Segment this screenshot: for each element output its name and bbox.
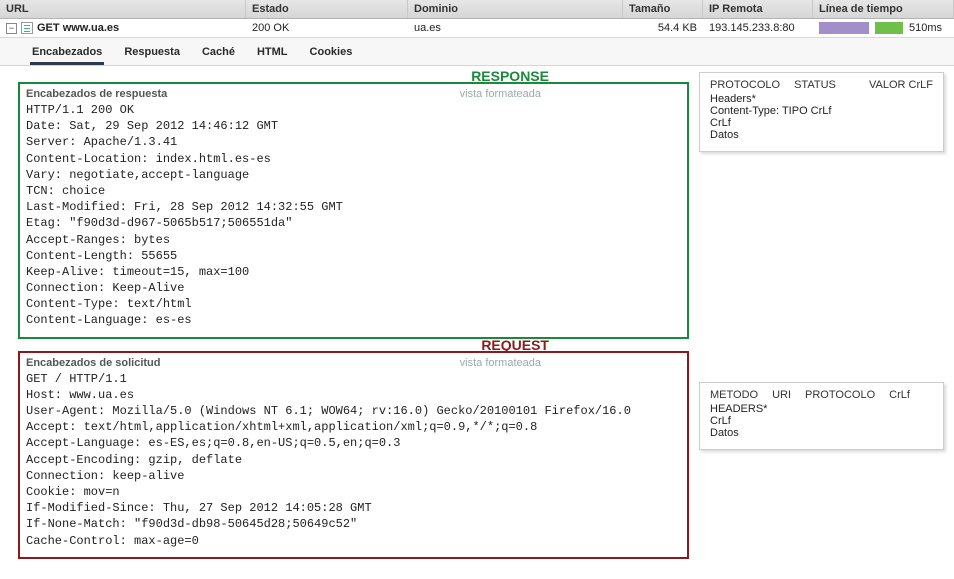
- schema-crlf: CrLf: [710, 117, 933, 129]
- request-row[interactable]: − GET www.ua.es 200 OK ua.es 54.4 KB 193…: [0, 19, 954, 38]
- schema-datos2: Datos: [710, 427, 933, 439]
- col-url[interactable]: URL: [0, 0, 246, 18]
- schema-headers2: HEADERS*: [710, 403, 933, 415]
- view-formatted-link-req[interactable]: vista formateada: [460, 357, 541, 369]
- tab-cookies[interactable]: Cookies: [308, 42, 355, 65]
- row-ip: 193.145.233.8:80: [703, 19, 813, 37]
- schema-datos: Datos: [710, 129, 933, 141]
- row-size: 54.4 KB: [623, 19, 703, 37]
- row-status: 200 OK: [246, 19, 408, 37]
- request-panel: Encabezados de solicitud vista formatead…: [18, 351, 689, 559]
- response-headers-text: HTTP/1.1 200 OK Date: Sat, 29 Sep 2012 1…: [26, 102, 681, 329]
- schema-valor: VALOR CrLF: [869, 79, 933, 91]
- tab-cache[interactable]: Caché: [200, 42, 237, 65]
- schema-ct: Content-Type: TIPO CrLf: [710, 105, 933, 117]
- timeline-segment-wait: [819, 22, 869, 34]
- row-url: www.ua.es: [63, 22, 119, 34]
- schema-protocolo2: PROTOCOLO: [805, 389, 875, 401]
- response-schema-box: PROTOCOLO STATUS VALOR CrLF Headers* Con…: [699, 72, 944, 152]
- timeline-segment-receive: [875, 22, 903, 34]
- schema-metodo: METODO: [710, 389, 758, 401]
- response-panel-title: Encabezados de respuesta: [26, 88, 167, 100]
- row-time: 510ms: [909, 22, 942, 34]
- col-estado[interactable]: Estado: [246, 0, 408, 18]
- col-ip[interactable]: IP Remota: [703, 0, 813, 18]
- request-schema-box: METODO URI PROTOCOLO CrLf HEADERS* CrLf …: [699, 382, 944, 450]
- page-icon: [21, 22, 33, 34]
- col-timeline[interactable]: Línea de tiempo: [813, 0, 954, 18]
- schema-crlf3: CrLf: [710, 415, 933, 427]
- col-dominio[interactable]: Dominio: [408, 0, 623, 18]
- schema-status: STATUS: [794, 79, 836, 91]
- schema-uri: URI: [772, 389, 791, 401]
- view-formatted-link[interactable]: vista formateada: [460, 88, 541, 100]
- schema-crlf2: CrLf: [889, 389, 910, 401]
- row-domain: ua.es: [408, 19, 623, 37]
- columns-header: URL Estado Dominio Tamaño IP Remota Líne…: [0, 0, 954, 19]
- schema-protocolo: PROTOCOLO: [710, 79, 780, 91]
- response-panel: Encabezados de respuesta vista formatead…: [18, 82, 689, 339]
- request-headers-text: GET / HTTP/1.1 Host: www.ua.es User-Agen…: [26, 371, 681, 549]
- tab-encabezados[interactable]: Encabezados: [30, 42, 104, 65]
- row-method: GET: [37, 22, 60, 34]
- tabs: Encabezados Respuesta Caché HTML Cookies: [0, 38, 954, 66]
- tab-html[interactable]: HTML: [255, 42, 290, 65]
- collapse-icon[interactable]: −: [6, 23, 17, 34]
- col-tamano[interactable]: Tamaño: [623, 0, 703, 18]
- schema-headers: Headers*: [710, 93, 933, 105]
- tab-respuesta[interactable]: Respuesta: [122, 42, 182, 65]
- request-panel-title: Encabezados de solicitud: [26, 357, 160, 369]
